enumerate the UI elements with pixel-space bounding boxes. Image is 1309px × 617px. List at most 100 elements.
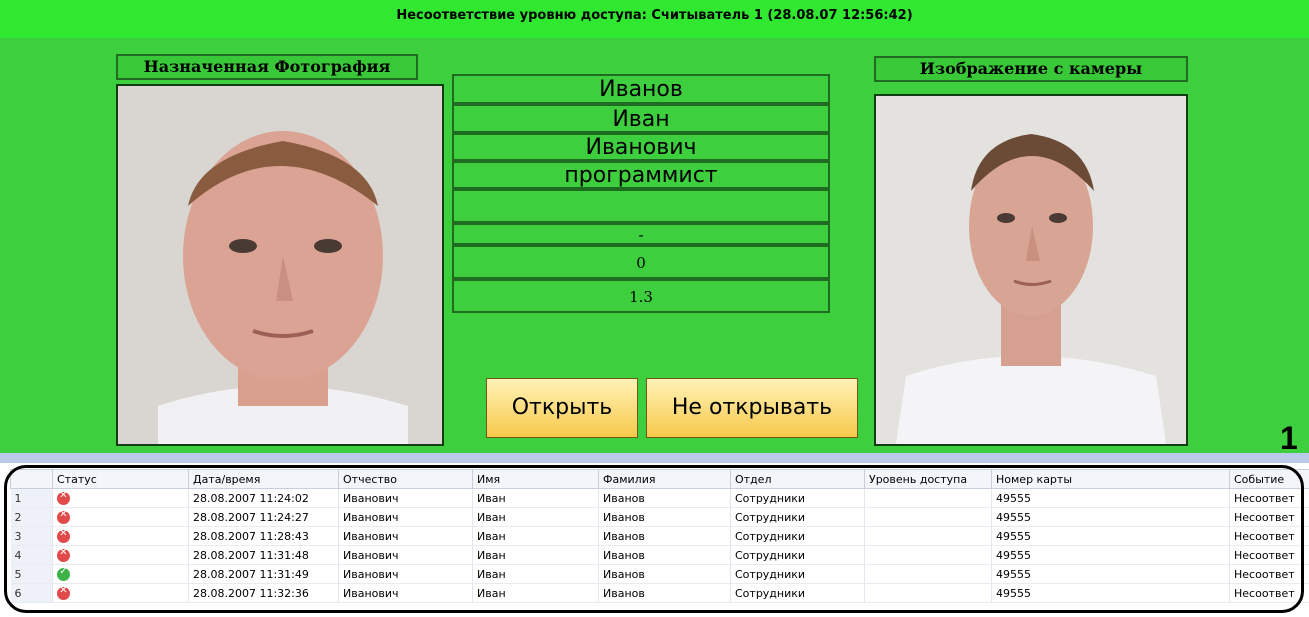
cell-datetime: 28.08.2007 11:31:49 <box>188 564 339 584</box>
cell-status <box>52 507 189 527</box>
assigned-photo-caption: Назначенная Фотография <box>116 54 418 80</box>
cell-row-number: 6 <box>10 583 53 603</box>
column-header-name[interactable]: Имя <box>472 469 599 489</box>
cell-status <box>52 583 189 603</box>
alarm-title: Несоответствие уровню доступа: Считывате… <box>396 8 913 23</box>
column-header-patronymic[interactable]: Отчество <box>338 469 473 489</box>
cell-name: Иван <box>472 488 599 508</box>
table-row[interactable]: 3 28.08.2007 11:28:43ИвановичИванИвановСо… <box>10 526 1309 546</box>
cell-card-number: 49555 <box>991 583 1230 603</box>
cell-card-number: 49555 <box>991 564 1230 584</box>
cell-patronymic: Иванович <box>338 507 473 527</box>
title-bar: Несоответствие уровню доступа: Считывате… <box>0 0 1309 38</box>
field-department <box>452 189 830 223</box>
field-access-level: - <box>452 223 830 245</box>
cell-event: Несоответ <box>1229 526 1309 546</box>
cell-row-number: 3 <box>10 526 53 546</box>
cell-row-number: 1 <box>10 488 53 508</box>
error-circle-icon <box>57 509 70 524</box>
cell-row-number: 5 <box>10 564 53 584</box>
table-row[interactable]: 1 28.08.2007 11:24:02ИвановичИванИвановСо… <box>10 488 1309 508</box>
column-header-card-number[interactable]: Номер карты <box>991 469 1230 489</box>
camera-image <box>874 94 1188 446</box>
check-circle-icon <box>57 566 70 581</box>
cell-surname: Иванов <box>598 507 731 527</box>
assigned-photo <box>116 84 444 446</box>
cell-row-number: 2 <box>10 507 53 527</box>
cell-department: Сотрудники <box>730 545 865 565</box>
cell-access-level <box>864 488 992 508</box>
table-row[interactable]: 6 28.08.2007 11:32:36ИвановичИванИвановСо… <box>10 583 1309 603</box>
open-button[interactable]: Открыть <box>486 378 638 438</box>
cell-datetime: 28.08.2007 11:24:02 <box>188 488 339 508</box>
cell-surname: Иванов <box>598 583 731 603</box>
cell-department: Сотрудники <box>730 583 865 603</box>
column-header-event[interactable]: Событие <box>1229 469 1309 489</box>
cell-status <box>52 545 189 565</box>
column-header-row-number[interactable] <box>10 469 53 489</box>
field-surname: Иванов <box>452 74 830 104</box>
cell-patronymic: Иванович <box>338 526 473 546</box>
cell-access-level <box>864 545 992 565</box>
field-number: 0 <box>452 245 830 279</box>
cell-access-level <box>864 526 992 546</box>
cell-datetime: 28.08.2007 11:32:36 <box>188 583 339 603</box>
cell-datetime: 28.08.2007 11:31:48 <box>188 545 339 565</box>
cell-patronymic: Иванович <box>338 545 473 565</box>
cell-surname: Иванов <box>598 564 731 584</box>
cell-access-level <box>864 507 992 527</box>
cell-status <box>52 526 189 546</box>
cell-surname: Иванов <box>598 526 731 546</box>
cell-card-number: 49555 <box>991 507 1230 527</box>
cell-name: Иван <box>472 583 599 603</box>
cell-card-number: 49555 <box>991 545 1230 565</box>
field-patronymic: Иванович <box>452 133 830 161</box>
cell-name: Иван <box>472 545 599 565</box>
camera-face-image <box>876 96 1186 444</box>
events-table: Статус Дата/время Отчество Имя Фамилия О… <box>10 469 1309 603</box>
cell-patronymic: Иванович <box>338 488 473 508</box>
column-header-access-level[interactable]: Уровень доступа <box>864 469 992 489</box>
cell-patronymic: Иванович <box>338 583 473 603</box>
cell-department: Сотрудники <box>730 564 865 584</box>
cell-surname: Иванов <box>598 488 731 508</box>
camera-image-caption: Изображение с камеры <box>874 56 1188 82</box>
cell-patronymic: Иванович <box>338 564 473 584</box>
column-header-department[interactable]: Отдел <box>730 469 865 489</box>
error-circle-icon <box>57 585 70 600</box>
verification-panel: Назначенная Фотография Иванов Иван Ивано… <box>0 38 1309 453</box>
field-position: программист <box>452 161 830 189</box>
column-header-surname[interactable]: Фамилия <box>598 469 731 489</box>
table-row[interactable]: 5 28.08.2007 11:31:49ИвановичИванИвановСо… <box>10 564 1309 584</box>
cell-card-number: 49555 <box>991 526 1230 546</box>
cell-card-number: 49555 <box>991 488 1230 508</box>
field-first-name: Иван <box>452 104 830 133</box>
table-header-row: Статус Дата/время Отчество Имя Фамилия О… <box>10 469 1309 489</box>
cell-name: Иван <box>472 564 599 584</box>
cell-access-level <box>864 564 992 584</box>
cell-datetime: 28.08.2007 11:24:27 <box>188 507 339 527</box>
table-body: 128.08.2007 11:24:02ИвановичИванИвановСо… <box>10 488 1309 603</box>
panel-separator <box>0 453 1309 463</box>
field-version: 1.3 <box>452 279 830 313</box>
callout-number: 1 <box>1280 420 1298 456</box>
cell-department: Сотрудники <box>730 526 865 546</box>
table-row[interactable]: 2 28.08.2007 11:24:27ИвановичИванИвановСо… <box>10 507 1309 527</box>
events-table-area: Статус Дата/время Отчество Имя Фамилия О… <box>0 463 1309 617</box>
error-circle-icon <box>57 547 70 562</box>
column-header-status[interactable]: Статус <box>52 469 189 489</box>
table-row[interactable]: 4 28.08.2007 11:31:48ИвановичИванИвановСо… <box>10 545 1309 565</box>
dont-open-button[interactable]: Не открывать <box>646 378 858 438</box>
cell-access-level <box>864 583 992 603</box>
cell-status <box>52 488 189 508</box>
cell-surname: Иванов <box>598 545 731 565</box>
column-header-datetime[interactable]: Дата/время <box>188 469 339 489</box>
cell-row-number: 4 <box>10 545 53 565</box>
cell-department: Сотрудники <box>730 507 865 527</box>
error-circle-icon <box>57 490 70 505</box>
cell-event: Несоответ <box>1229 488 1309 508</box>
cell-name: Иван <box>472 526 599 546</box>
cell-name: Иван <box>472 507 599 527</box>
cell-status <box>52 564 189 584</box>
cell-event: Несоответ <box>1229 564 1309 584</box>
